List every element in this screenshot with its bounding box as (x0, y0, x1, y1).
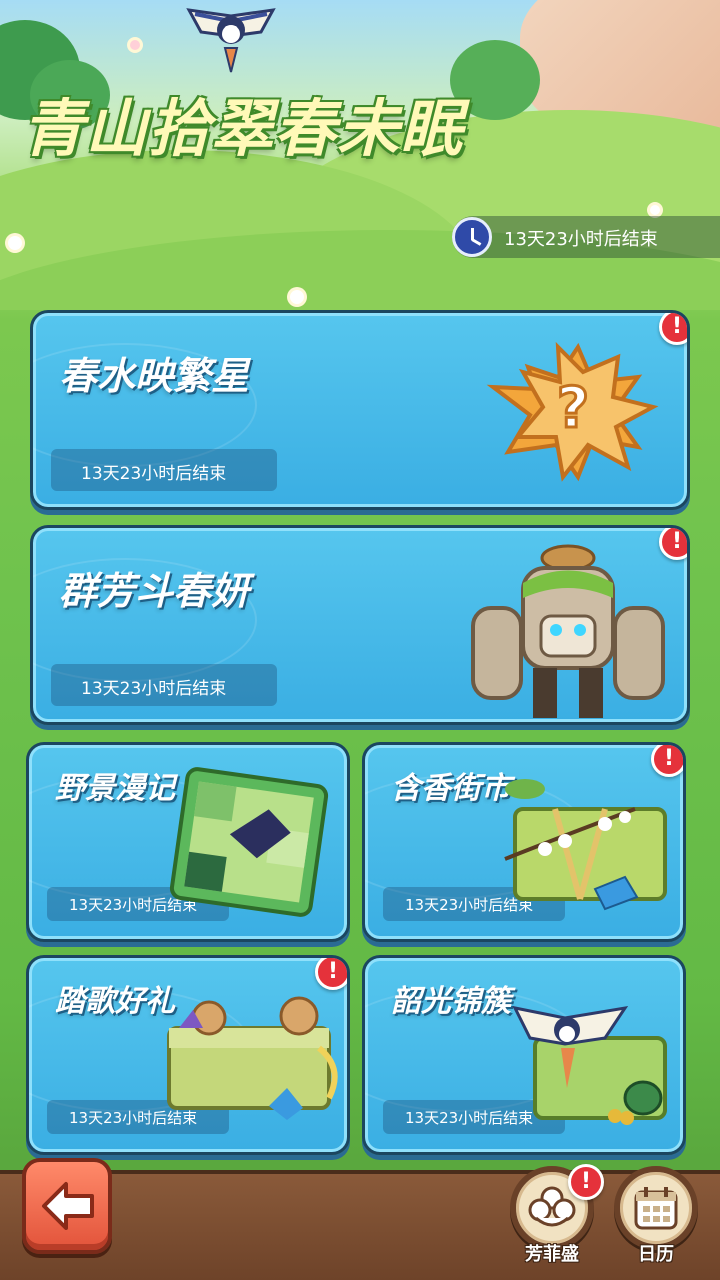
event-card-timer: 13天23小时后结束 (51, 664, 277, 706)
calendar-label: 日历 (638, 1244, 674, 1265)
svg-text:?: ? (557, 376, 589, 441)
alert-badge: ! (568, 1164, 604, 1200)
flower-icon (8, 236, 22, 250)
event-timer: 13天23小时后结束 (452, 216, 720, 258)
bird-kite-icon (186, 8, 276, 73)
treasure-chest-icon (167, 996, 338, 1120)
event-card-wild-scenery[interactable]: 野景漫记 13天23小时后结束 (26, 742, 350, 942)
event-card-spring-water[interactable]: 春水映繁星 13天23小时后结束 ? ! (30, 310, 690, 510)
back-button[interactable] (22, 1158, 112, 1254)
mystery-star-icon: ? (486, 341, 659, 482)
puzzle-picture-icon (169, 767, 329, 917)
flower-icon (130, 40, 140, 50)
event-card-label: 韶光锦簇 (391, 984, 511, 1019)
alert-badge: ! (659, 528, 687, 560)
event-card-label: 群芳斗春妍 (59, 569, 250, 613)
alert-badge: ! (315, 958, 347, 990)
event-card-label: 春水映繁星 (59, 354, 250, 398)
flower-icon (528, 1186, 576, 1227)
event-card-timer: 13天23小时后结束 (51, 449, 277, 491)
page-title: 青山拾翠春未眠 (22, 92, 464, 165)
event-card-song-gift[interactable]: 踏歌好礼 13天23小时后结束 ! (26, 955, 350, 1155)
event-card-label: 野景漫记 (55, 771, 175, 806)
event-card-fragrant-market[interactable]: 含香街市 13天23小时后结束 ! (362, 742, 686, 942)
kite-gift-icon (512, 1005, 667, 1125)
calendar-icon (634, 1187, 678, 1230)
calendar-button[interactable] (614, 1166, 698, 1250)
clock-icon (452, 217, 492, 257)
flower-icon (290, 290, 304, 304)
flower-icon (650, 205, 660, 215)
flower-fest-label: 芳菲盛 (525, 1244, 579, 1265)
event-timer-text: 13天23小时后结束 (504, 229, 658, 250)
event-card-brocade-cluster[interactable]: 韶光锦簇 13天23小时后结束 (362, 955, 686, 1155)
arrow-left-icon (42, 1182, 94, 1230)
stone-golem-icon (471, 544, 665, 718)
alert-badge: ! (659, 313, 687, 345)
gift-box-flowers-icon (504, 779, 667, 911)
alert-badge: ! (651, 745, 683, 777)
event-card-flowers-contest[interactable]: 群芳斗春妍 13天23小时后结束 ! (30, 525, 690, 725)
